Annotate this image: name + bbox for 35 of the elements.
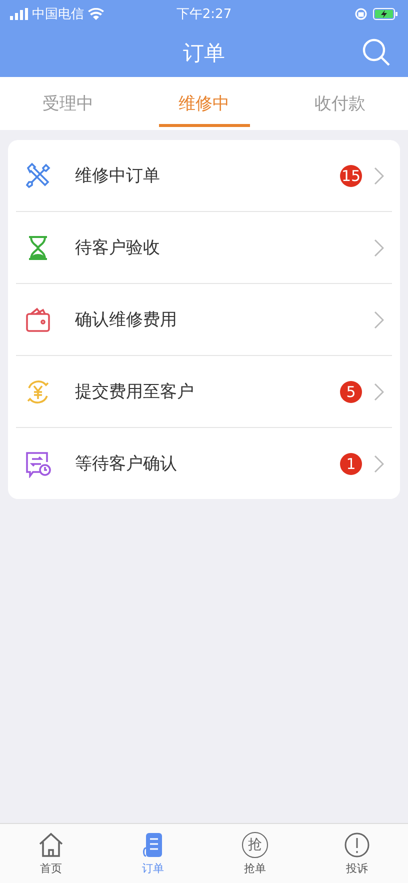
count-badge: 5: [340, 380, 362, 402]
chevron-icon: [374, 454, 384, 472]
grab-icon: 抢: [242, 832, 268, 858]
chat-clock-icon: [24, 450, 52, 478]
signal-icon: [10, 8, 28, 20]
count-badge: 1: [340, 452, 362, 474]
tab-bar-item[interactable]: 抢 抢单: [204, 824, 306, 883]
menu-label: 提交费用至客户: [75, 381, 195, 403]
menu-item[interactable]: 维修中订单 15: [16, 140, 392, 212]
count-badge: 15: [340, 164, 362, 186]
battery-icon: [373, 8, 398, 20]
menu-label: 待客户验收: [75, 237, 161, 259]
chevron-icon: [374, 310, 384, 328]
alert-icon: [344, 832, 370, 858]
menu-item[interactable]: 待客户验收: [16, 212, 392, 284]
search-icon[interactable]: [362, 38, 390, 66]
chevron-icon: [374, 238, 384, 256]
menu-label: 维修中订单: [75, 165, 161, 187]
wifi-icon: [88, 8, 104, 20]
tab-bar-item[interactable]: 投诉: [306, 824, 408, 883]
carrier-name: 中国电信: [32, 6, 84, 23]
wallet-icon: [24, 306, 52, 334]
menu-item[interactable]: 确认维修费用: [16, 284, 392, 356]
tab-bar-item[interactable]: 首页: [0, 824, 102, 883]
menu-item[interactable]: 提交费用至客户 5: [16, 356, 392, 428]
tools-icon: [24, 162, 52, 190]
menu-item[interactable]: 等待客户确认 1: [16, 428, 392, 499]
page-title: 订单: [183, 40, 225, 66]
rotation-lock-icon: [355, 8, 368, 20]
status-time: 下午2:27: [176, 6, 232, 23]
home-icon: [38, 832, 64, 858]
menu-label: 等待客户确认: [75, 453, 178, 475]
chevron-icon: [374, 166, 384, 184]
menu-label: 确认维修费用: [75, 309, 178, 331]
chevron-icon: [374, 382, 384, 400]
